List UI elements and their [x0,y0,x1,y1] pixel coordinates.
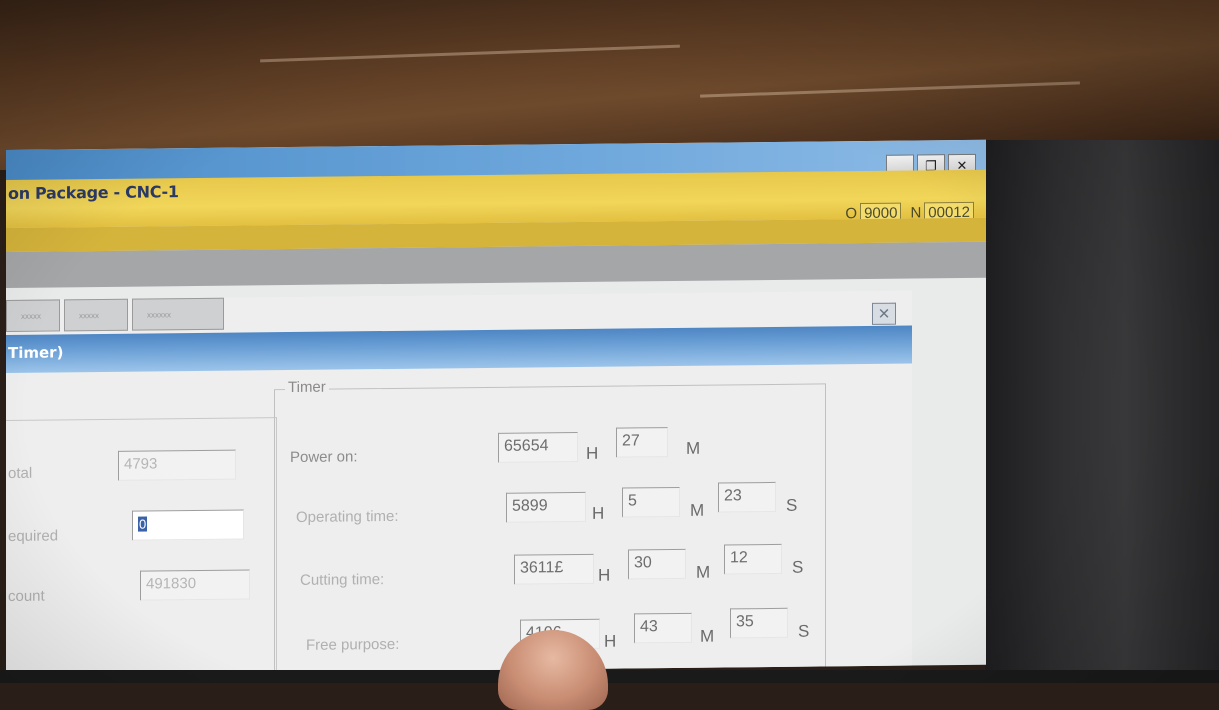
counter-count-field: 491830 [140,569,250,601]
tape-glare [700,81,1080,98]
monitor-bezel [985,140,1219,683]
free-purpose-label: Free purpose: [306,635,400,654]
operating-time-label: Operating time: [296,507,399,526]
counter-total-field: 4793 [118,449,236,481]
power-on-m-unit: M [686,438,701,458]
cutting-m-unit: M [696,562,711,582]
monitor-bezel-bottom [0,670,1219,683]
free-purpose-h-unit: H [604,631,617,651]
tab-2[interactable]: xxxxx [64,298,128,332]
cutting-time-label: Cutting time: [300,571,385,589]
free-purpose-minutes: 43 [634,612,692,644]
counter-required-input[interactable]: 0 [132,509,244,541]
tape-glare [260,44,680,63]
tab-3[interactable]: xxxxxx [132,297,224,331]
power-on-minutes: 27 [616,427,668,458]
operating-minutes: 5 [622,486,680,518]
power-on-hours: 65654 [498,432,578,463]
operating-h-unit: H [592,503,605,523]
free-purpose-seconds: 35 [730,607,788,639]
monitor-screen: _ ❐ ✕ on Package - CNC-1 O 9000 N 00012 … [6,139,986,676]
operating-s-unit: S [786,495,798,515]
cutting-hours: 3611£ [514,553,594,585]
tab-1[interactable]: xxxxx [6,299,60,332]
dialog-title-bar [6,325,912,373]
free-purpose-m-unit: M [700,626,715,646]
timer-dialog: xxxxx xxxxx xxxxxx ✕ Timer) otal 4793 eq… [6,290,912,676]
cutting-h-unit: H [598,565,611,585]
cutting-seconds: 12 [724,543,782,575]
dialog-title: Timer) [8,343,64,362]
counter-count-label: count [8,587,45,605]
cutting-s-unit: S [792,557,804,577]
free-purpose-s-unit: S [798,621,810,641]
power-on-label: Power on: [290,448,358,467]
tab-strip: xxxxx xxxxx xxxxxx [6,297,224,332]
counter-required-value: 0 [138,516,148,532]
counter-required-label: equired [8,527,59,545]
timer-legend: Timer [285,378,329,397]
app-title: on Package - CNC-1 [8,182,179,203]
counter-total-label: otal [8,464,33,482]
power-on-h-unit: H [586,443,599,463]
operating-seconds: 23 [718,481,776,513]
dialog-close-button[interactable]: ✕ [872,302,896,325]
operating-m-unit: M [690,500,705,520]
cutting-minutes: 30 [628,548,686,580]
operating-hours: 5899 [506,491,586,523]
